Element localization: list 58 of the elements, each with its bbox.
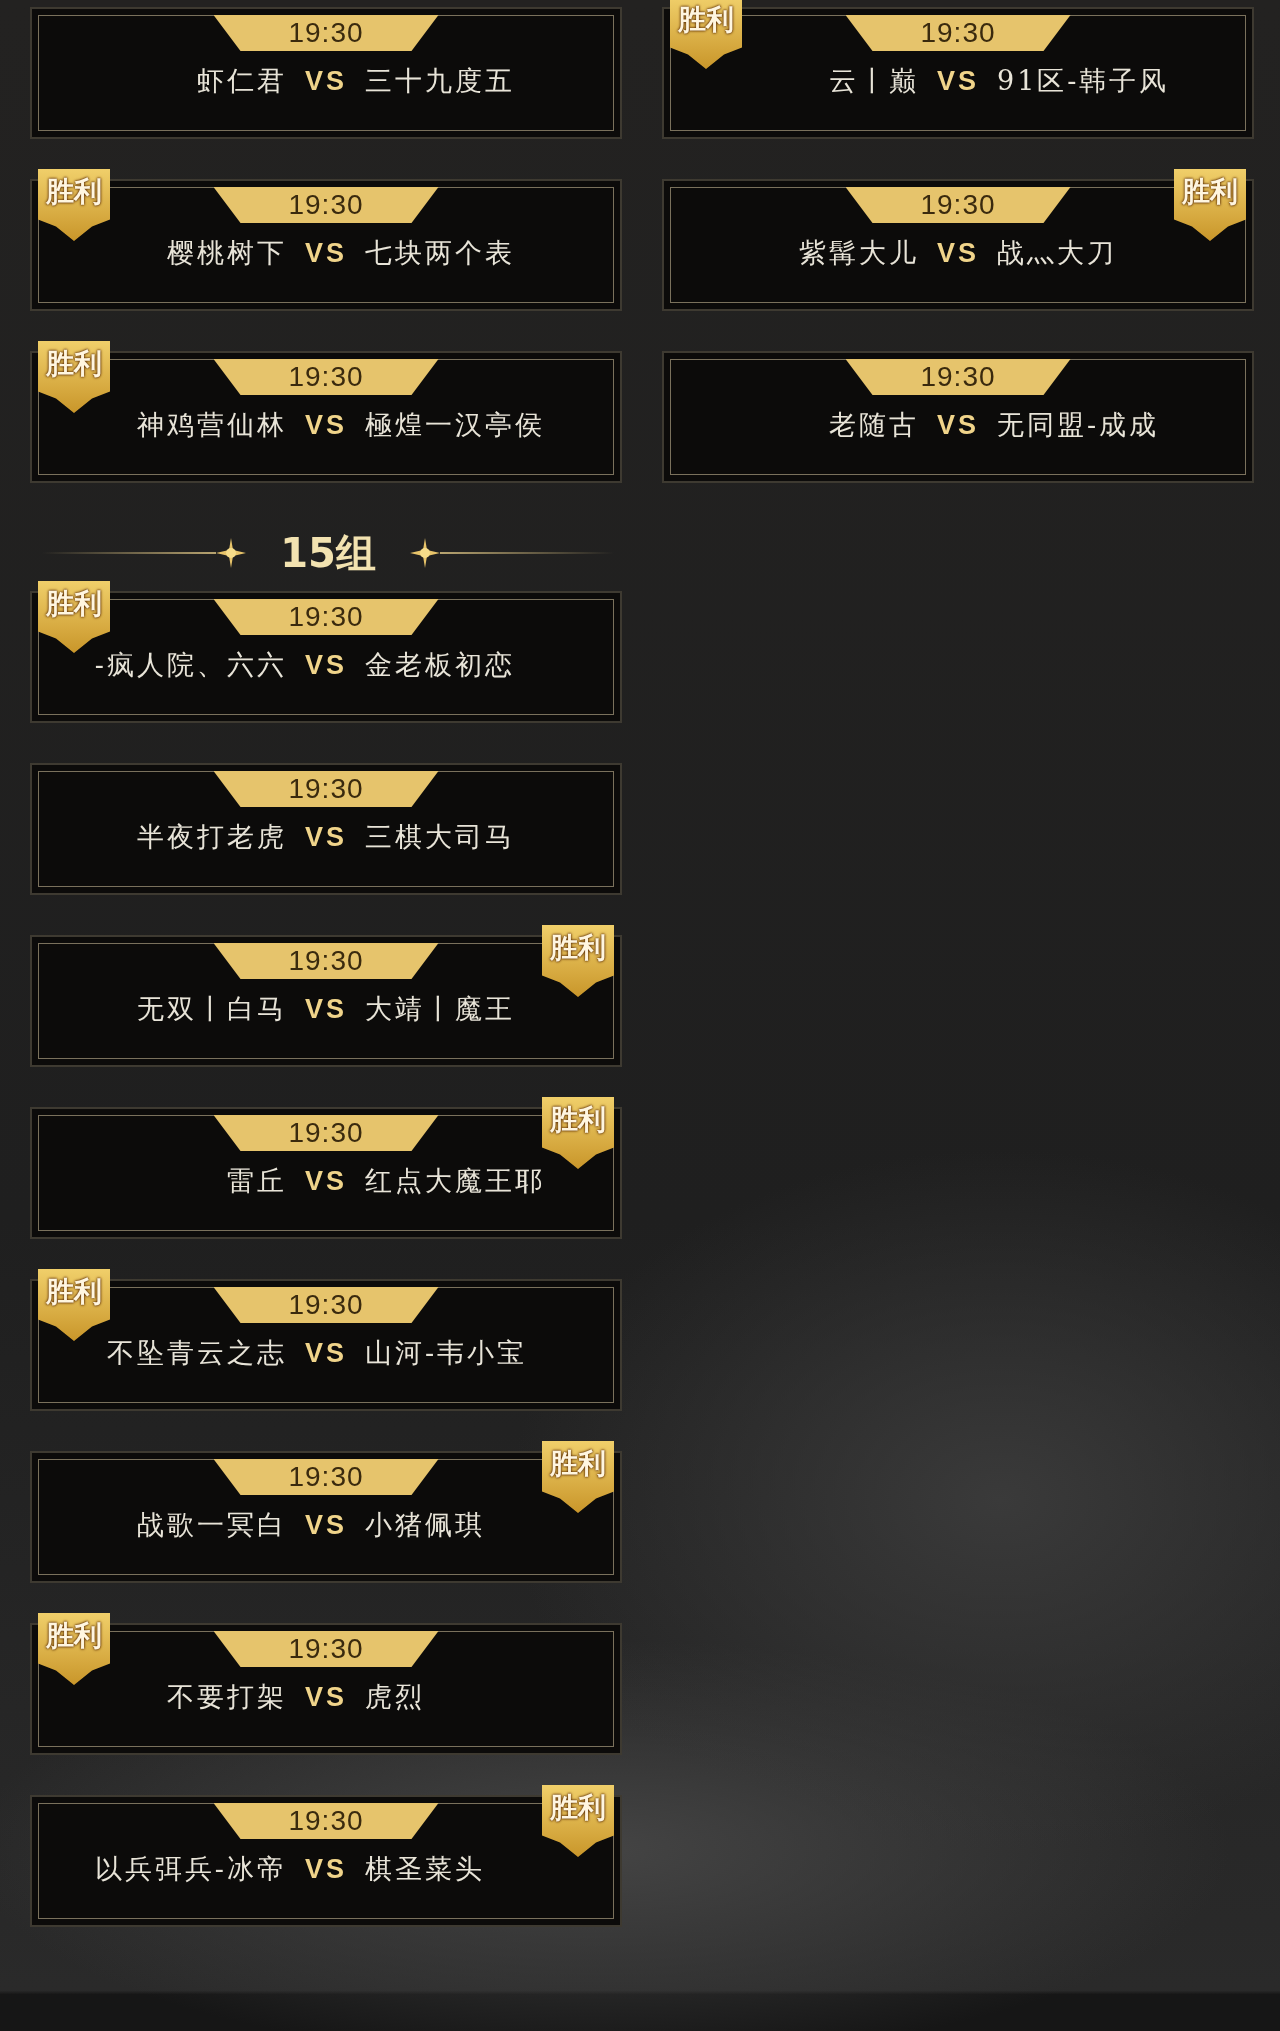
player-name: 91区-韩子风 — [997, 64, 1170, 98]
player-name: 紫髯大儿 — [799, 236, 919, 270]
time-label: 19:30 — [213, 1459, 439, 1495]
player-name: 老随古 — [829, 408, 919, 442]
player-name: 虎烈 — [365, 1680, 425, 1714]
vs-label: VS — [305, 1165, 347, 1197]
vs-label: VS — [305, 1337, 347, 1369]
vs-label: VS — [937, 237, 979, 269]
player-name: 棋圣菜头 — [365, 1852, 485, 1886]
group-title: 15组 — [280, 528, 376, 578]
sparkle-icon — [216, 538, 247, 568]
player-name: 虾仁君 — [197, 64, 287, 98]
player-name: 金老板初恋 — [365, 648, 515, 682]
player-name: 七块两个表 — [365, 236, 515, 270]
vs-label: VS — [937, 65, 979, 97]
time-label: 19:30 — [213, 1115, 439, 1151]
time-label: 19:30 — [213, 771, 439, 807]
player-name: 小猪佩琪 — [365, 1508, 485, 1542]
player-name: 山河-韦小宝 — [365, 1336, 528, 1370]
player-name: 云丨巅 — [829, 64, 919, 98]
vs-label: VS — [305, 1853, 347, 1885]
vs-label: VS — [937, 409, 979, 441]
player-name: 战灬大刀 — [997, 236, 1117, 270]
vs-label: VS — [305, 649, 347, 681]
time-label: 19:30 — [213, 15, 439, 51]
player-name: 红点大魔王耶 — [365, 1164, 545, 1198]
time-label: 19:30 — [213, 1803, 439, 1839]
player-name: 无双丨白马 — [137, 992, 287, 1026]
player-name: 以兵弭兵-冰帝 — [94, 1852, 287, 1886]
player-name: 神鸡营仙林 — [137, 408, 287, 442]
vs-label: VS — [305, 237, 347, 269]
vs-label: VS — [305, 993, 347, 1025]
time-label: 19:30 — [213, 1287, 439, 1323]
time-label: 19:30 — [213, 943, 439, 979]
player-name: 大靖丨魔王 — [365, 992, 515, 1026]
player-name: 无同盟-成成 — [997, 408, 1160, 442]
player-name: 不坠青云之志 — [107, 1336, 287, 1370]
vs-label: VS — [305, 821, 347, 853]
player-name: 战歌一冥白 — [137, 1508, 287, 1542]
player-name: 三棋大司马 — [365, 820, 515, 854]
player-name: 極煌一汉亭侯 — [365, 408, 545, 442]
time-label: 19:30 — [845, 187, 1071, 223]
time-label: 19:30 — [845, 359, 1071, 395]
player-name: 不要打架 — [167, 1680, 287, 1714]
player-name: 三十九度五 — [365, 64, 515, 98]
vs-label: VS — [305, 1681, 347, 1713]
time-label: 19:30 — [845, 15, 1071, 51]
time-label: 19:30 — [213, 187, 439, 223]
vs-label: VS — [305, 1509, 347, 1541]
time-label: 19:30 — [213, 599, 439, 635]
time-label: 19:30 — [213, 1631, 439, 1667]
player-name: 雷丘 — [227, 1164, 287, 1198]
vs-label: VS — [305, 65, 347, 97]
sparkle-icon — [409, 538, 440, 568]
time-label: 19:30 — [213, 359, 439, 395]
player-name: 半夜打老虎 — [137, 820, 287, 854]
player-name: 樱桃树下 — [167, 236, 287, 270]
vs-label: VS — [305, 409, 347, 441]
